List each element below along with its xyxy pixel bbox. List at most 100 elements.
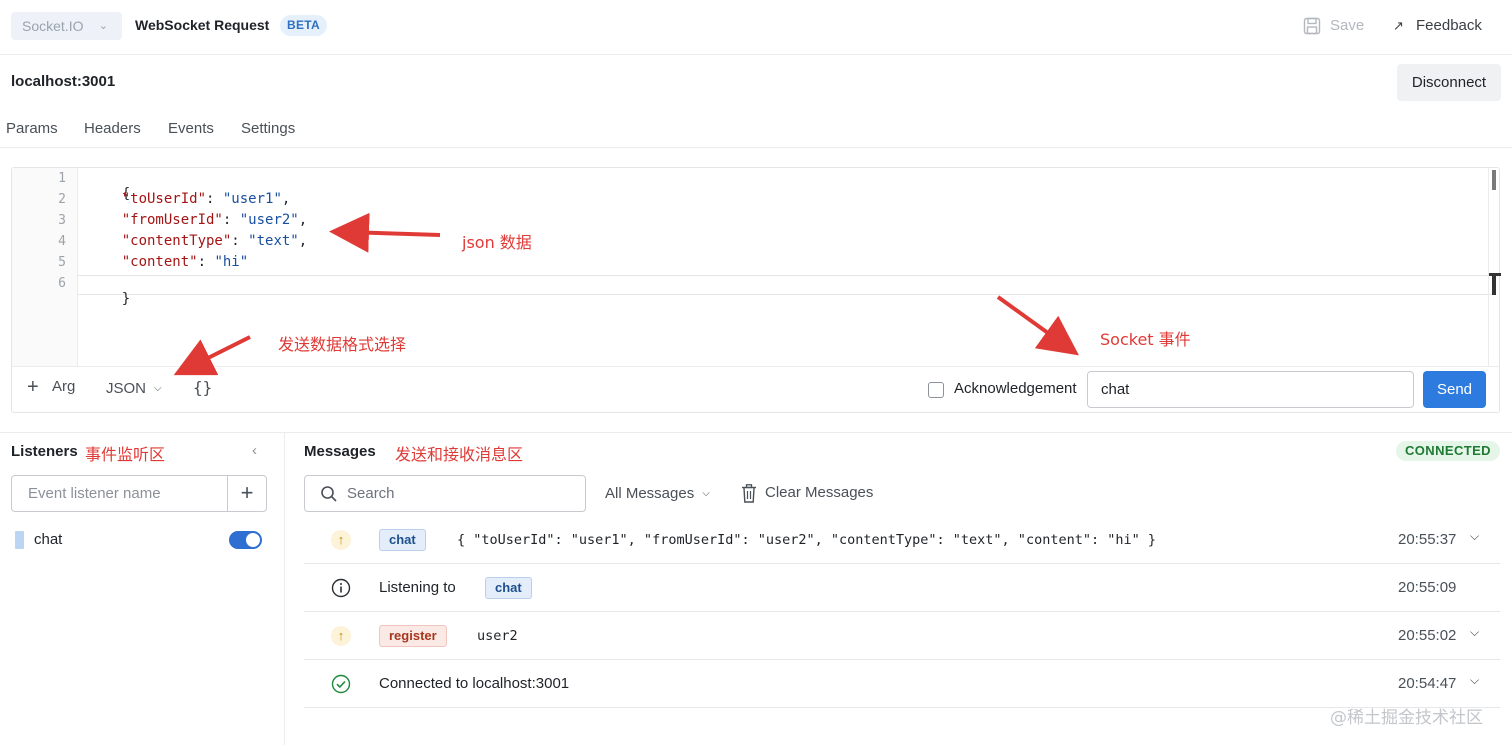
line-number: 4	[58, 234, 66, 249]
code-line[interactable]: "toUserId": "user1",	[88, 191, 291, 207]
chevron-down-icon: ⌵	[702, 488, 710, 499]
message-payload: user2	[477, 628, 518, 644]
line-number: 3	[58, 213, 66, 228]
event-tag: register	[379, 625, 447, 647]
connection-status-badge: CONNECTED	[1396, 441, 1500, 461]
event-listener-input[interactable]	[12, 476, 227, 511]
annotation-listeners-area: 事件监听区	[85, 445, 166, 464]
line-number: 6	[58, 276, 66, 291]
line-gutter: 1 2 3 4 5 6	[12, 168, 78, 366]
feedback-button[interactable]: ↗ Feedback	[1393, 15, 1482, 37]
save-button[interactable]: Save	[1303, 15, 1364, 37]
code-line[interactable]: "contentType": "text",	[88, 233, 307, 249]
tab-settings[interactable]: Settings	[241, 120, 295, 137]
info-icon	[331, 578, 351, 598]
code-line[interactable]: }	[88, 275, 130, 323]
close-brace: }	[121, 291, 131, 307]
json-value: "hi"	[214, 254, 249, 270]
message-text: Listening to	[379, 579, 456, 596]
line-number: 2	[58, 192, 66, 207]
request-tabs: Params Headers Events Settings	[0, 118, 1512, 148]
listener-color-bar	[15, 531, 24, 549]
tab-events[interactable]: Events	[168, 120, 214, 137]
plus-icon: +	[27, 376, 39, 398]
watermark: @稀土掘金技术社区	[1330, 708, 1483, 728]
listeners-pane: Listeners 事件监听区 ‹ + chat	[0, 433, 285, 745]
annotation-messages-area: 发送和接收消息区	[395, 445, 524, 464]
message-filter-select[interactable]: All Messages ⌵	[605, 485, 710, 502]
tab-headers[interactable]: Headers	[84, 120, 141, 137]
format-select[interactable]: JSON ⌵	[106, 380, 162, 397]
arrow-up-icon: ↑	[331, 626, 351, 646]
clear-messages-label: Clear Messages	[765, 484, 874, 501]
annotation-socket-event: Socket 事件	[1100, 330, 1191, 349]
active-line-highlight	[78, 275, 1496, 295]
search-input[interactable]	[347, 476, 577, 511]
message-time: 20:55:02	[1398, 627, 1457, 644]
acknowledgement-label: Acknowledgement	[954, 380, 1077, 397]
add-arg-label: Arg	[52, 378, 76, 395]
message-row[interactable]: Listening to chat 20:55:09	[304, 564, 1500, 612]
send-button[interactable]: Send	[1423, 371, 1486, 408]
protocol-label: Socket.IO	[22, 18, 84, 34]
event-tag: chat	[379, 529, 426, 551]
format-label: JSON	[106, 380, 147, 397]
annotation-json-data: json 数据	[462, 233, 532, 252]
acknowledgement-checkbox[interactable]	[928, 382, 944, 398]
disconnect-button[interactable]: Disconnect	[1397, 64, 1501, 101]
event-tag: chat	[485, 577, 532, 599]
chevron-down-icon[interactable]: ⌵	[1470, 673, 1479, 688]
json-value: "user2"	[239, 212, 299, 228]
editor-scrollbar[interactable]	[1488, 168, 1501, 366]
save-label: Save	[1330, 17, 1365, 34]
json-key: "toUserId"	[121, 191, 207, 207]
listener-toggle[interactable]	[229, 531, 262, 549]
toggle-knob	[246, 533, 260, 547]
message-time: 20:54:47	[1398, 675, 1457, 692]
code-line[interactable]: "content": "hi"	[88, 254, 248, 270]
editor-footer: + Arg JSON ⌵ {} Acknowledgement Send	[12, 366, 1499, 412]
message-row[interactable]: ↑ chat { "toUserId": "user1", "fromUserI…	[304, 516, 1500, 564]
clear-messages-button[interactable]: Clear Messages	[741, 484, 874, 503]
message-time: 20:55:37	[1398, 531, 1457, 548]
save-icon	[1303, 17, 1321, 35]
event-name-input[interactable]	[1087, 371, 1414, 408]
feedback-label: Feedback	[1416, 17, 1482, 34]
line-number: 1	[58, 171, 66, 186]
request-title: WebSocket Request	[135, 17, 270, 33]
messages-title: Messages	[304, 443, 376, 460]
scrollbar-thumb[interactable]	[1492, 170, 1496, 190]
arrow-up-icon: ↑	[331, 530, 351, 550]
collapse-chevron-left-icon[interactable]: ‹	[252, 442, 257, 459]
check-circle-icon	[331, 674, 351, 694]
code-line[interactable]: "fromUserId": "user2",	[88, 212, 307, 228]
chevron-down-icon: ⌵	[154, 383, 162, 394]
filter-label: All Messages	[605, 485, 695, 502]
json-key: "content"	[121, 254, 198, 270]
message-payload: { "toUserId": "user1", "fromUserId": "us…	[457, 532, 1156, 548]
add-listener-plus-icon[interactable]: +	[227, 476, 266, 511]
listener-input-group: +	[11, 475, 267, 512]
arrow-up-right-icon: ↗	[1393, 18, 1404, 33]
protocol-select[interactable]: Socket.IO ⌄	[11, 12, 122, 40]
chevron-down-icon[interactable]: ⌵	[1470, 625, 1479, 640]
cursor-marker	[1492, 273, 1496, 295]
line-number: 5	[58, 255, 66, 270]
add-arg-button[interactable]: + Arg	[27, 376, 76, 398]
message-row[interactable]: Connected to localhost:3001 20:54:47 ⌵	[304, 660, 1500, 708]
top-bar: Socket.IO ⌄ WebSocket Request BETA Save …	[0, 0, 1512, 55]
trash-icon	[742, 484, 756, 503]
chevron-down-icon[interactable]: ⌵	[1470, 529, 1479, 544]
listener-name: chat	[34, 531, 63, 548]
beta-badge: BETA	[280, 15, 327, 36]
tab-params[interactable]: Params	[6, 120, 58, 137]
argument-editor: 1 2 3 4 5 6 { "toUserId": "user1", "from…	[11, 167, 1501, 413]
search-icon	[321, 486, 337, 502]
json-value: "text"	[248, 233, 299, 249]
message-row[interactable]: ↑ register user2 20:55:02 ⌵	[304, 612, 1500, 660]
json-value: "user1"	[222, 191, 282, 207]
listeners-title: Listeners	[11, 443, 78, 460]
server-url[interactable]: localhost:3001	[11, 73, 115, 90]
listener-item[interactable]: chat	[11, 529, 267, 551]
format-json-icon[interactable]: {}	[193, 378, 212, 397]
